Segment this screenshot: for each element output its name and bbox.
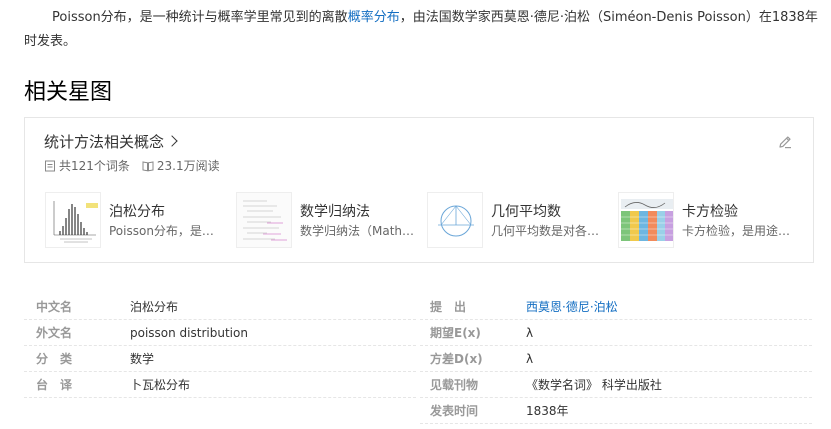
info-value: λ [526,326,534,340]
intro-paragraph: Poisson分布，是一种统计与概率学里常见到的离散概率分布，由法国数学家西莫恩… [24,6,820,54]
concept-desc: Poisson分布，是… [109,224,214,238]
info-row: 期望E(x) λ [420,320,812,346]
info-key: 台 译 [36,378,73,392]
concept-item-poisson[interactable]: 泊松分布 Poisson分布，是… [45,192,225,248]
link-simeon-denis-poisson[interactable]: 西莫恩·德尼·泊松 [526,294,618,320]
info-row: 发表时间 1838年 [420,398,812,424]
entry-count: 共121个词条 [44,159,130,173]
info-value: λ [526,352,534,366]
concept-item-chi-square[interactable]: 卡方检验 卡方检验，是用途… [618,192,798,248]
induction-thumbnail [236,192,292,248]
concept-name: 卡方检验 [682,204,738,220]
concept-item-geometric-mean[interactable]: 几何平均数 几何平均数是对各… [427,192,607,248]
concept-items: 泊松分布 Poisson分布，是… 数学归纳法 数学归纳法（Math… 几何平均… [45,192,805,248]
link-probability-distribution[interactable]: 概率分布 [348,10,400,25]
concept-desc: 几何平均数是对各… [491,224,600,238]
intro-text-before: Poisson分布，是一种统计与概率学里常见到的离散 [52,10,348,25]
concept-name: 泊松分布 [109,204,165,220]
info-key: 见载刊物 [430,378,479,392]
poisson-thumbnail [45,192,101,248]
info-value: 1838年 [526,404,569,418]
info-row: 中文名 泊松分布 [24,294,416,320]
info-value: 泊松分布 [130,300,179,314]
info-row: 见载刊物 《数学名词》 科学出版社 [420,372,812,398]
info-key: 中文名 [36,300,73,314]
entry-count-text: 共121个词条 [59,159,130,173]
info-value: poisson distribution [130,326,248,340]
info-key: 分 类 [36,352,73,366]
info-row: 分 类 数学 [24,346,416,372]
table-thumbnail-icon [619,193,673,247]
info-key: 方差D(x) [430,352,483,366]
concept-name: 数学归纳法 [300,204,370,220]
document-icon [45,160,55,172]
info-value: 《数学名词》 科学出版社 [526,378,662,392]
info-value: 数学 [130,352,155,366]
info-key: 外文名 [36,326,73,340]
book-icon [142,161,154,172]
card-title-link[interactable]: 统计方法相关概念 [44,132,178,152]
info-key: 提 出 [430,300,467,314]
chi-square-thumbnail [618,192,674,248]
concept-name: 几何平均数 [491,204,561,220]
info-row: 台 译 卜瓦松分布 [24,372,416,398]
card-meta: 共121个词条 23.1万阅读 [44,159,232,173]
view-count: 23.1万阅读 [142,159,220,173]
histogram-thumbnail-icon [46,193,100,247]
related-star-chart-card: 统计方法相关概念 共121个词条 23.1万阅读 泊松分布 Poisson分布，… [24,117,814,263]
info-row: 外文名 poisson distribution [24,320,416,346]
info-row: 提 出 西莫恩·德尼·泊松 [420,294,812,320]
view-count-text: 23.1万阅读 [156,159,220,173]
concept-desc: 卡方检验，是用途… [682,224,791,238]
card-title: 统计方法相关概念 [44,133,165,151]
formula-thumbnail-icon [237,193,291,247]
info-key: 期望E(x) [430,326,481,340]
section-title: 相关星图 [24,80,113,105]
geometric-mean-thumbnail [427,192,483,248]
concept-item-induction[interactable]: 数学归纳法 数学归纳法（Math… [236,192,416,248]
concept-desc: 数学归纳法（Math… [300,224,415,238]
circle-diagram-thumbnail-icon [428,193,482,247]
info-row: 方差D(x) λ [420,346,812,372]
info-key: 发表时间 [430,404,479,418]
basic-info-left-column: 中文名 泊松分布 外文名 poisson distribution 分 类 数学… [24,294,416,398]
basic-info-right-column: 提 出 西莫恩·德尼·泊松 期望E(x) λ 方差D(x) λ 见载刊物 《数学… [420,294,812,424]
edit-pencil-icon[interactable] [777,134,793,150]
chevron-right-icon [166,135,178,147]
info-value: 卜瓦松分布 [130,378,191,392]
